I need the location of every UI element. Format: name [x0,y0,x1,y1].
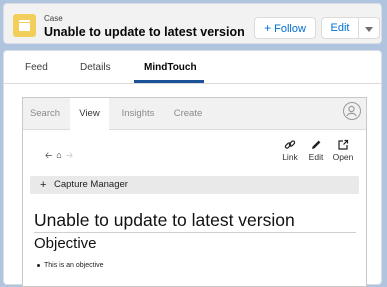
record-title: Unable to update to latest version [44,25,245,39]
mt-tab-insights[interactable]: Insights [113,98,163,129]
plus-icon: + [264,21,272,35]
article-heading: Objective [34,235,97,252]
open-external-icon [338,139,349,150]
mt-tab-search[interactable]: Search [23,98,67,129]
follow-button[interactable]: + Follow [254,17,316,39]
link-tool[interactable]: Link [277,139,303,162]
tab-details[interactable]: Details [80,62,111,73]
tab-feed[interactable]: Feed [25,62,48,73]
link-icon [284,140,296,149]
record-header: Case Unable to update to latest version … [3,3,382,44]
back-arrow-icon[interactable]: 🡠 [45,150,52,160]
pencil-icon [312,140,321,149]
list-item: This is an objective [37,262,104,269]
case-icon [13,14,36,37]
home-icon[interactable]: ⌂ [56,150,61,160]
bullet-icon [37,263,40,267]
article-divider [34,232,356,233]
capture-manager-bar[interactable]: + Capture Manager [30,176,359,194]
mt-tab-create[interactable]: Create [166,98,210,129]
forward-arrow-icon[interactable]: 🡢 [66,150,73,160]
article-title: Unable to update to latest version [34,210,295,230]
object-label: Case [44,14,63,23]
edit-button[interactable]: Edit [321,17,359,39]
active-tab-indicator [134,80,204,83]
history-nav: 🡠 ⌂ 🡢 [45,148,77,164]
open-tool[interactable]: Open [330,139,356,162]
more-actions-button[interactable] [358,17,380,39]
plus-icon: + [40,179,47,191]
capture-manager-label: Capture Manager [54,179,128,190]
record-tabs: Feed Details MindTouch [4,51,381,84]
mindtouch-tabbar: Search View Insights Create [23,98,366,130]
record-tabs-card: Feed Details MindTouch Search View Insig… [3,50,382,287]
edit-tool[interactable]: Edit [303,139,329,162]
mindtouch-panel: Search View Insights Create 🡠 ⌂ 🡢 Link E… [22,97,367,287]
user-avatar-icon[interactable] [343,102,361,120]
mt-tab-view[interactable]: View [70,98,109,130]
chevron-down-icon [365,27,373,32]
tab-mindtouch[interactable]: MindTouch [144,62,197,73]
